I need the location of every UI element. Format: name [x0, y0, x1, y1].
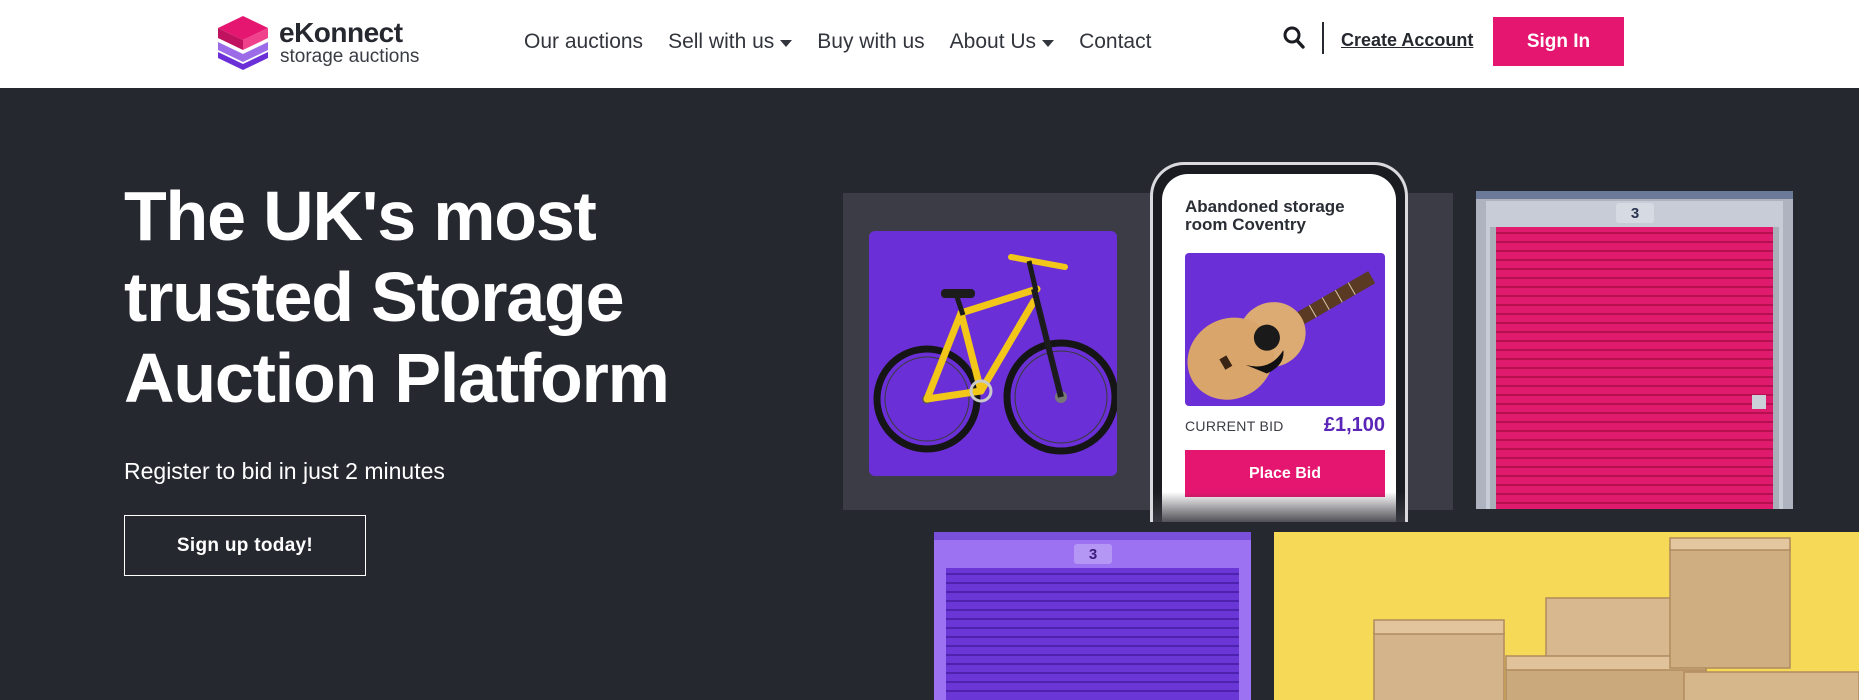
nav-label: Sell with us	[668, 30, 775, 53]
stacked-boxes-logo-icon	[218, 16, 268, 70]
unit-number: 3	[1089, 546, 1097, 563]
nav-label: Contact	[1079, 30, 1152, 53]
guitar-image	[1185, 253, 1385, 406]
nav-label: Our auctions	[524, 30, 644, 53]
purple-storage-unit-image: 3	[934, 532, 1251, 700]
hero-title-line: Auction Platform	[124, 339, 670, 417]
cardboard-boxes-image	[1274, 532, 1859, 700]
chevron-down-icon	[780, 39, 793, 47]
bicycle-image	[869, 231, 1117, 476]
phone-mockup: Abandoned storage room Coventry CURRENT …	[1150, 162, 1408, 522]
hero-title-line: The UK's most	[124, 177, 597, 255]
site-header: eKonnect storage auctions Our auctions S…	[0, 0, 1859, 88]
main-nav: Our auctions Sell with us Buy with us Ab…	[524, 29, 1176, 55]
nav-label: Buy with us	[817, 30, 925, 53]
nav-sell-with-us[interactable]: Sell with us	[668, 30, 793, 54]
brand-tagline: storage auctions	[280, 46, 420, 67]
phone-fade	[1153, 492, 1405, 522]
listing-title: Abandoned storage room Coventry	[1185, 197, 1345, 234]
unit-number: 3	[1631, 205, 1639, 222]
search-icon	[1283, 26, 1305, 49]
search-button[interactable]	[1283, 26, 1305, 50]
nav-our-auctions[interactable]: Our auctions	[524, 30, 643, 54]
current-bid-label: CURRENT BID	[1185, 418, 1284, 434]
hero-title-line: trusted Storage	[124, 258, 625, 336]
sign-up-button[interactable]: Sign up today!	[124, 515, 366, 576]
nav-contact[interactable]: Contact	[1079, 30, 1151, 54]
brand-name: eKonnect	[279, 17, 403, 48]
sign-in-button[interactable]: Sign In	[1493, 17, 1624, 66]
ekonnect-logo[interactable]: eKonnect storage auctions	[216, 16, 436, 70]
hero-title: The UK's most trusted Storage Auction Pl…	[124, 176, 764, 419]
pink-storage-unit-image: 3	[1476, 191, 1793, 509]
header-divider	[1322, 22, 1324, 54]
create-account-link[interactable]: Create Account	[1341, 30, 1473, 51]
place-bid-button[interactable]: Place Bid	[1185, 450, 1385, 497]
phone-screen: Abandoned storage room Coventry CURRENT …	[1162, 174, 1396, 522]
chevron-down-icon	[1042, 39, 1055, 47]
nav-buy-with-us[interactable]: Buy with us	[817, 30, 924, 54]
nav-label: About Us	[949, 30, 1037, 53]
nav-about-us[interactable]: About Us	[949, 30, 1055, 54]
current-bid-value: £1,100	[1323, 414, 1385, 436]
hero-subtitle: Register to bid in just 2 minutes	[124, 458, 445, 484]
